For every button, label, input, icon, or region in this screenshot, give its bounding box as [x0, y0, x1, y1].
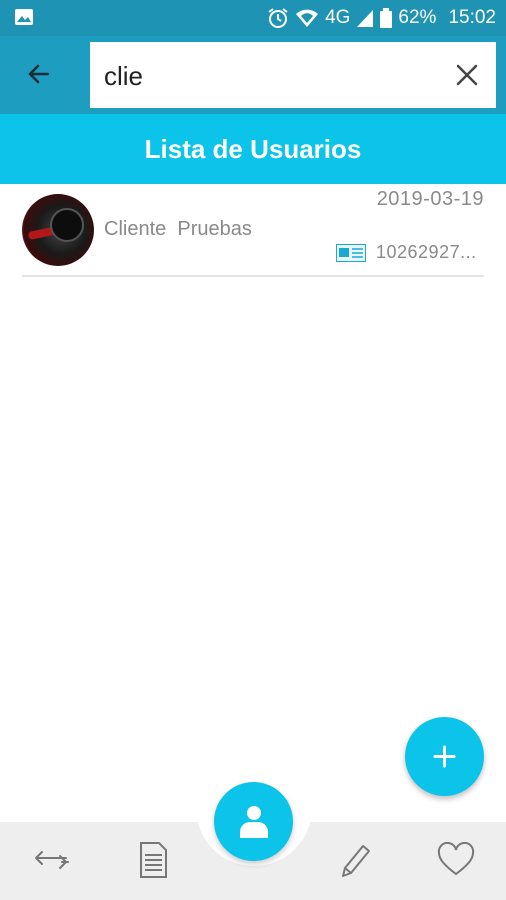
user-date: 2019-03-19 [376, 188, 484, 210]
search-toolbar [0, 36, 506, 114]
battery-icon [380, 8, 393, 28]
plus-icon [433, 745, 456, 768]
swap-arrows-icon[interactable] [32, 840, 72, 880]
add-user-button[interactable] [405, 717, 484, 796]
search-input[interactable] [102, 54, 446, 98]
user-id: 10262927... [376, 242, 477, 262]
profile-button[interactable] [214, 782, 293, 861]
wifi-icon [296, 9, 319, 27]
id-card-icon [336, 244, 366, 262]
avatar [22, 194, 94, 266]
signal-icon [357, 10, 374, 27]
battery-percent: 62% [398, 7, 437, 28]
heart-icon[interactable] [436, 840, 476, 880]
status-bar: 4G 62% 15:02 [0, 0, 506, 36]
pencil-icon[interactable] [335, 840, 375, 880]
user-name: Cliente Pruebas [104, 218, 252, 240]
close-icon[interactable] [454, 62, 480, 88]
clock: 15:02 [448, 7, 496, 28]
image-icon [15, 9, 33, 25]
list-divider [22, 275, 484, 277]
arrow-left-icon[interactable] [18, 58, 62, 90]
list-item[interactable]: Cliente Pruebas 2019-03-19 10262927... [22, 184, 484, 276]
document-icon[interactable] [133, 840, 173, 880]
page-title: Lista de Usuarios [0, 114, 506, 184]
person-icon [240, 806, 268, 838]
network-label: 4G [325, 7, 351, 28]
alarm-icon [268, 8, 288, 28]
search-box [90, 42, 496, 108]
